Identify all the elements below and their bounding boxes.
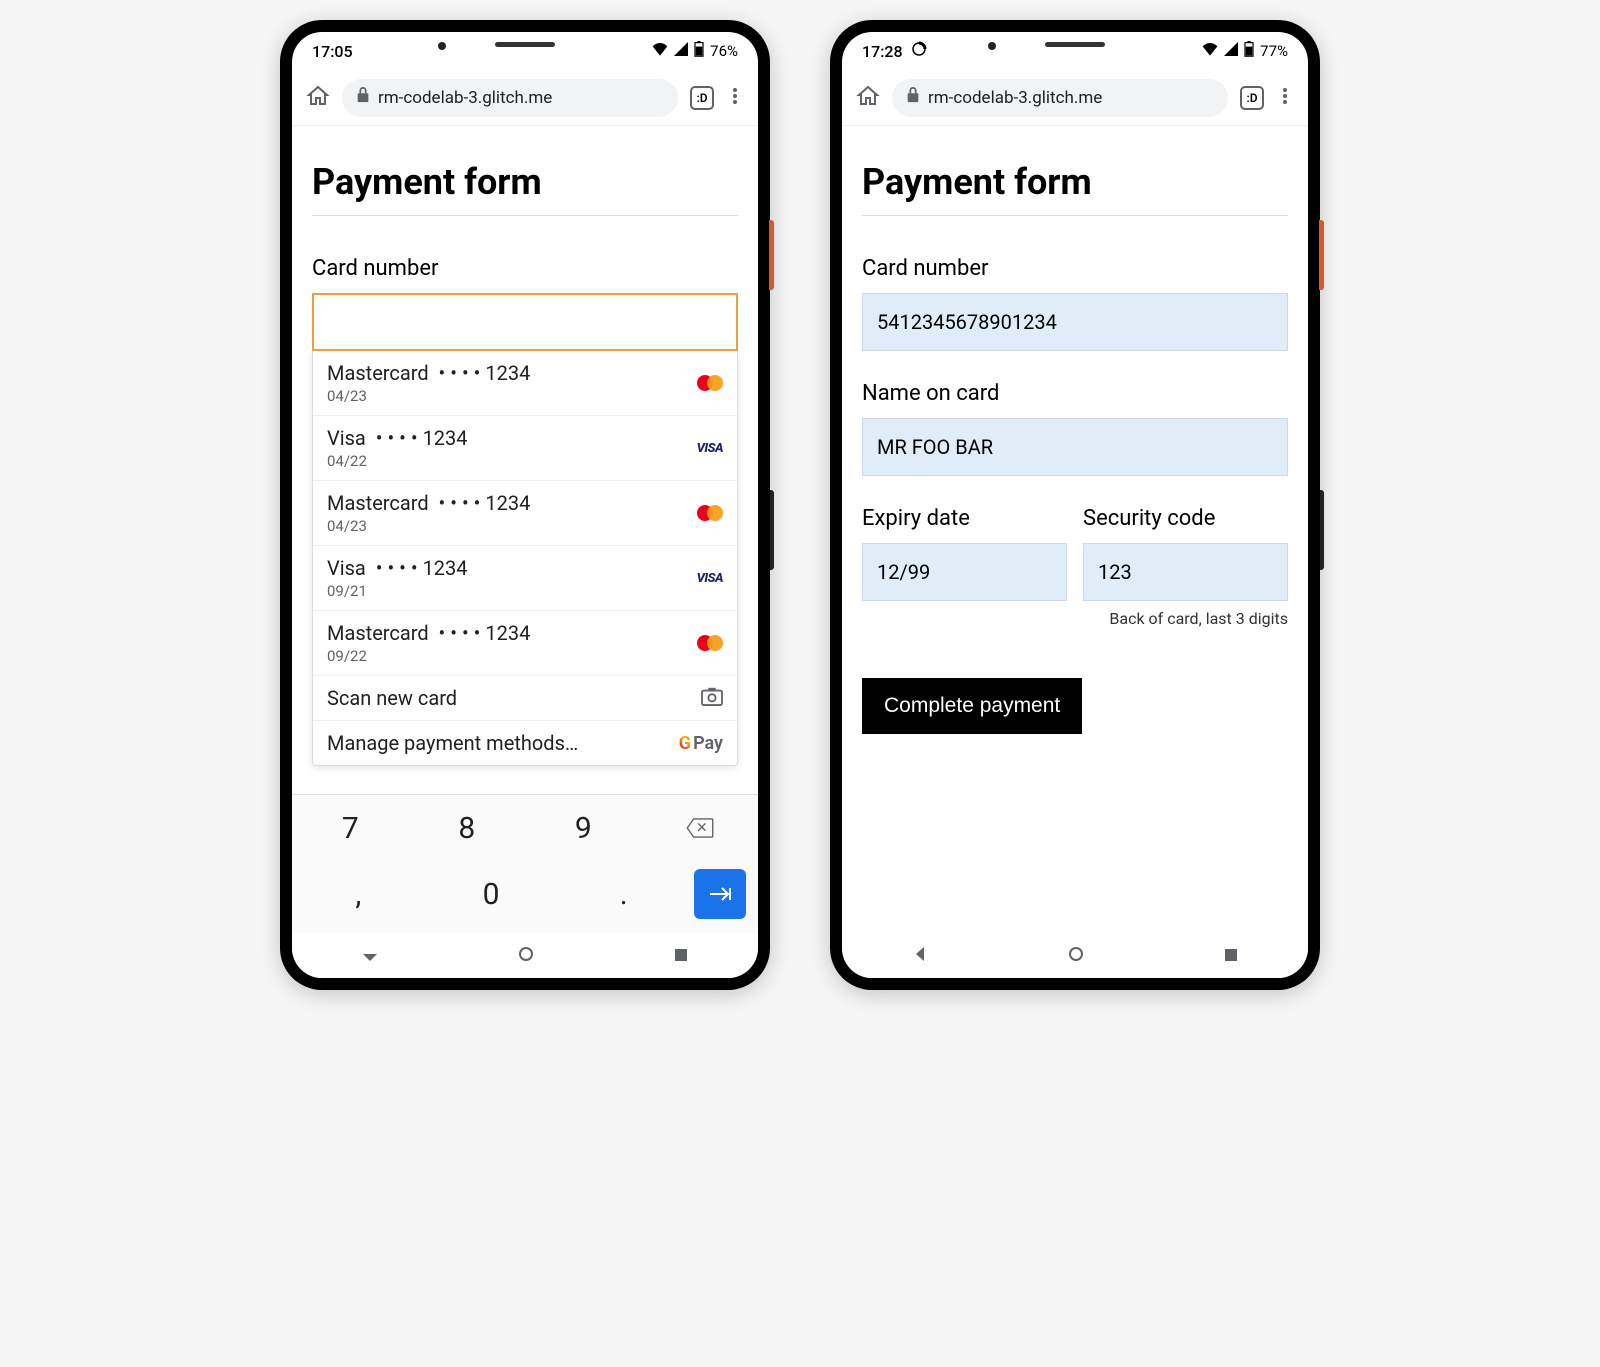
nav-back-icon[interactable] [362,946,378,966]
mastercard-icon [697,505,723,521]
battery-pct: 77% [1260,42,1288,60]
wifi-icon [1202,42,1218,60]
address-bar[interactable]: rm-codelab-3.glitch.me [892,79,1228,117]
clock: 17:28 [862,42,903,61]
android-nav-bar [842,934,1308,978]
numeric-keyboard: 7 8 9 , 0 . [292,794,758,934]
phone-right: 17:28 77% [830,20,1320,990]
page-content: Payment form Card number 541234567890123… [842,126,1308,934]
browser-toolbar: rm-codelab-3.glitch.me :D [842,70,1308,126]
data-saver-icon [911,41,927,61]
tabs-button[interactable]: :D [690,86,714,110]
nav-recents-icon[interactable] [1224,947,1238,966]
security-code-label: Security code [1083,506,1288,531]
clock: 17:05 [312,42,353,61]
complete-payment-button[interactable]: Complete payment [862,678,1082,734]
page-title: Payment form [862,161,1288,203]
key-9[interactable]: 9 [525,795,642,861]
scan-card-option[interactable]: Scan new card [313,676,737,721]
power-button [1319,220,1324,290]
volume-button [1320,490,1324,570]
key-comma[interactable]: , [292,861,425,927]
card-number-label: Card number [312,256,738,281]
battery-icon [694,41,704,61]
nav-recents-icon[interactable] [674,947,688,966]
autofill-card-option[interactable]: Visa • • • • 1234 09/21 VISA [313,546,737,611]
nav-back-icon[interactable] [912,946,928,966]
mastercard-icon [697,635,723,651]
lock-icon [906,87,920,108]
key-0[interactable]: 0 [425,861,558,927]
autofill-card-option[interactable]: Mastercard • • • • 1234 04/23 [313,481,737,546]
manage-payment-option[interactable]: Manage payment methods… G Pay [313,721,737,765]
browser-toolbar: rm-codelab-3.glitch.me :D [292,70,758,126]
status-bar: 17:28 77% [842,32,1308,70]
wifi-icon [652,42,668,60]
camera-icon [701,686,723,710]
battery-pct: 76% [710,42,738,60]
autofill-dropdown: Mastercard • • • • 1234 04/23 Visa • • •… [312,351,738,766]
lock-icon [356,87,370,108]
name-on-card-label: Name on card [862,381,1288,406]
mastercard-icon [697,375,723,391]
status-bar: 17:05 76% [292,32,758,70]
menu-icon[interactable] [726,87,744,109]
android-nav-bar [292,934,758,978]
home-icon[interactable] [856,84,880,112]
visa-icon: VISA [697,441,723,456]
page-content: Payment form Card number Mastercard • • … [292,126,758,794]
battery-icon [1244,41,1254,61]
security-code-input[interactable]: 123 [1083,543,1288,601]
page-title: Payment form [312,161,738,203]
home-icon[interactable] [306,84,330,112]
name-on-card-input[interactable]: MR FOO BAR [862,418,1288,476]
divider [312,215,738,216]
expiry-label: Expiry date [862,506,1067,531]
phone-left: 17:05 76% [280,20,770,990]
key-8[interactable]: 8 [409,795,526,861]
url-text: rm-codelab-3.glitch.me [928,88,1102,108]
screen: 17:05 76% [292,32,758,978]
url-text: rm-codelab-3.glitch.me [378,88,552,108]
nav-home-icon[interactable] [518,946,534,966]
key-enter[interactable] [694,869,746,919]
divider [862,215,1288,216]
nav-home-icon[interactable] [1068,946,1084,966]
autofill-card-option[interactable]: Mastercard • • • • 1234 09/22 [313,611,737,676]
signal-icon [674,42,688,60]
screen: 17:28 77% [842,32,1308,978]
card-number-input[interactable]: 5412345678901234 [862,293,1288,351]
card-number-input[interactable] [312,293,738,351]
gpay-icon: G Pay [679,733,723,754]
key-7[interactable]: 7 [292,795,409,861]
expiry-input[interactable]: 12/99 [862,543,1067,601]
autofill-card-option[interactable]: Mastercard • • • • 1234 04/23 [313,351,737,416]
address-bar[interactable]: rm-codelab-3.glitch.me [342,79,678,117]
key-backspace[interactable] [642,795,759,861]
signal-icon [1224,42,1238,60]
autofill-card-option[interactable]: Visa • • • • 1234 04/22 VISA [313,416,737,481]
card-number-label: Card number [862,256,1288,281]
volume-button [770,490,774,570]
power-button [769,220,774,290]
visa-icon: VISA [697,571,723,586]
menu-icon[interactable] [1276,87,1294,109]
tabs-button[interactable]: :D [1240,86,1264,110]
key-period[interactable]: . [557,861,690,927]
